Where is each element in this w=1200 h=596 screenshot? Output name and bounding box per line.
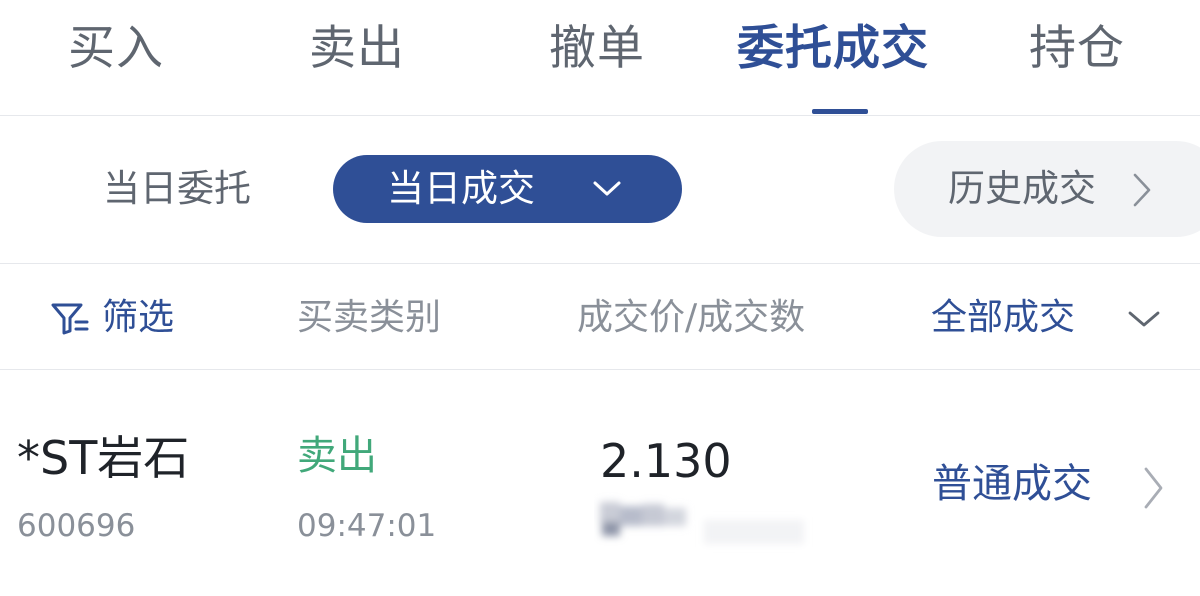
history-trades-button[interactable]: 历史成交 xyxy=(894,141,1200,237)
tab-cancel-order[interactable]: 撤单 xyxy=(549,16,645,82)
stock-name: *ST岩石 xyxy=(17,431,190,485)
redacted-quantity xyxy=(600,502,804,544)
trade-time: 09:47:01 xyxy=(297,508,437,544)
chevron-right-icon xyxy=(1144,467,1163,509)
subtab-today-trades-label: 当日成交 xyxy=(387,167,535,210)
stock-code: 600696 xyxy=(17,508,136,544)
chevron-down-icon xyxy=(593,181,621,196)
top-tab-bar: 买入 卖出 撤单 委托成交 持仓 xyxy=(0,0,1200,116)
column-price-qty: 成交价/成交数 xyxy=(577,297,806,338)
tab-positions[interactable]: 持仓 xyxy=(1029,16,1125,82)
subtab-today-orders[interactable]: 当日委托 xyxy=(103,161,251,217)
sub-tab-row: 当日委托 当日成交 历史成交 xyxy=(0,116,1200,264)
chevron-down-icon xyxy=(1128,311,1160,327)
active-tab-indicator xyxy=(812,109,868,114)
column-trade-type: 买卖类别 xyxy=(297,297,442,338)
history-trades-label: 历史成交 xyxy=(948,167,1096,210)
all-trades-dropdown[interactable]: 全部成交 xyxy=(931,290,1171,346)
filter-label: 筛选 xyxy=(102,297,175,338)
all-trades-label: 全部成交 xyxy=(931,297,1076,338)
chevron-right-icon xyxy=(1133,173,1151,207)
trade-side: 卖出 xyxy=(297,433,377,479)
column-header-row: 筛选 买卖类别 成交价/成交数 全部成交 xyxy=(0,264,1200,370)
filter-icon xyxy=(51,303,89,335)
trade-records-page: 买入 卖出 撤单 委托成交 持仓 当日委托 当日成交 历史成交 筛选 买卖类别 … xyxy=(0,0,1200,596)
tab-sell[interactable]: 卖出 xyxy=(309,16,405,82)
deal-type: 普通成交 xyxy=(932,461,1092,507)
subtab-today-trades[interactable]: 当日成交 xyxy=(333,155,682,223)
trade-row[interactable]: *ST岩石 600696 卖出 09:47:01 2.130 普通成交 xyxy=(0,370,1200,596)
tab-orders-trades[interactable]: 委托成交 xyxy=(737,16,929,82)
tab-buy[interactable]: 买入 xyxy=(68,16,164,82)
trade-price: 2.130 xyxy=(600,434,732,488)
